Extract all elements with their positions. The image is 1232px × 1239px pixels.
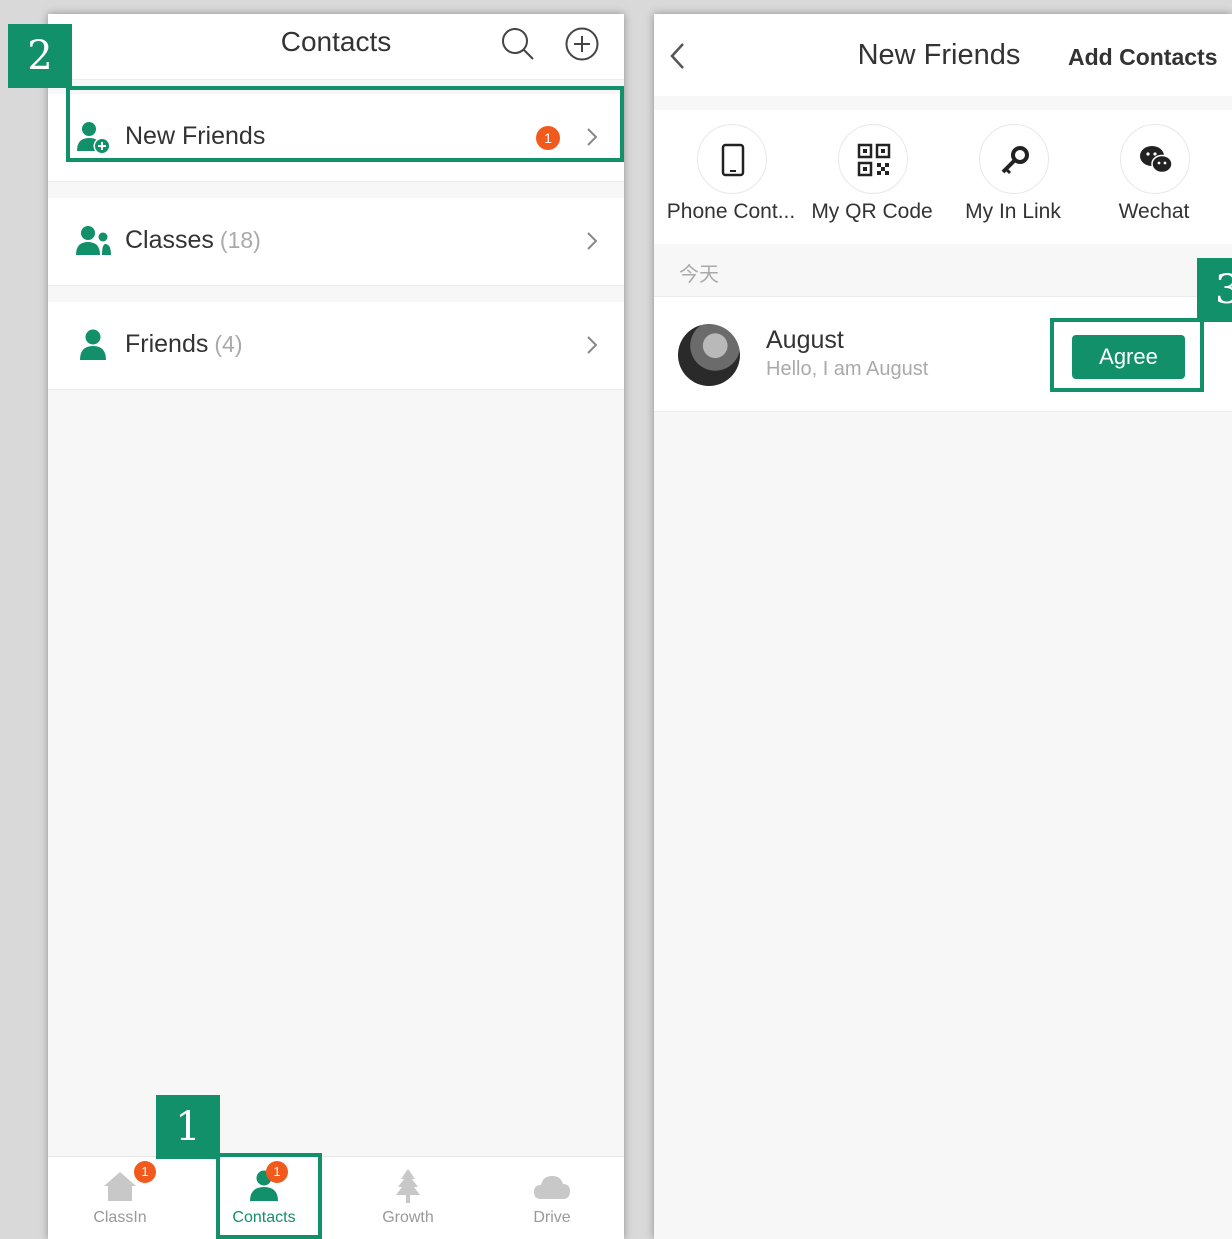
chevron-right-icon: [587, 232, 598, 250]
friends-label-wrap: Friends (4): [125, 330, 243, 359]
shortcut-label: My In Link: [965, 200, 1061, 223]
page-title: Contacts: [280, 26, 392, 57]
shortcut-my-in-link[interactable]: My In Link: [943, 110, 1084, 244]
new-friends-screen: New Friends Add Contacts Phone Cont... M…: [654, 14, 1232, 1239]
shortcut-circle: [979, 124, 1049, 194]
search-icon[interactable]: [500, 26, 536, 62]
qr-code-icon: [857, 143, 891, 177]
shortcut-bar: Phone Cont... My QR Code My In Link Wech…: [654, 110, 1232, 244]
tab-label: ClassIn: [93, 1209, 147, 1226]
classin-badge: 1: [134, 1161, 156, 1183]
add-contacts-button[interactable]: Add Contacts: [1068, 44, 1218, 71]
shortcut-label: Wechat: [1118, 200, 1190, 223]
step-2-marker: 2: [8, 24, 72, 88]
tab-label: Growth: [382, 1209, 434, 1226]
request-name: August: [766, 326, 844, 354]
cloud-icon: [534, 1176, 570, 1199]
add-icon[interactable]: [564, 26, 600, 62]
group-icon: [76, 226, 111, 255]
friends-count: (4): [214, 331, 243, 357]
highlight-contacts-tab: [216, 1153, 322, 1239]
tab-drive[interactable]: Drive: [480, 1157, 624, 1239]
step-1-marker: 1: [156, 1095, 220, 1159]
shortcut-phone-contacts[interactable]: Phone Cont...: [661, 110, 802, 244]
tree-icon: [396, 1169, 420, 1203]
shortcut-label: Phone Cont...: [666, 200, 796, 223]
shortcut-wechat[interactable]: Wechat: [1084, 110, 1225, 244]
request-message: Hello, I am August: [766, 358, 929, 380]
chevron-right-icon: [587, 336, 598, 354]
contacts-header: Contacts: [48, 14, 624, 80]
tab-classin[interactable]: 1 ClassIn: [48, 1157, 192, 1239]
page-title: New Friends: [857, 39, 1021, 71]
classes-label: Classes: [125, 226, 214, 254]
shortcut-circle: [1120, 124, 1190, 194]
highlight-new-friends: [66, 86, 624, 162]
shortcut-circle: [697, 124, 767, 194]
wechat-icon: [1140, 146, 1173, 174]
classes-label-wrap: Classes (18): [125, 226, 261, 255]
shortcut-circle: [838, 124, 908, 194]
tab-label: Drive: [533, 1209, 571, 1226]
friends-label: Friends: [125, 330, 209, 358]
shortcut-label: My QR Code: [811, 200, 933, 223]
avatar: [678, 324, 740, 386]
key-icon: [1001, 146, 1029, 175]
step-3-marker: 3: [1197, 258, 1232, 322]
phone-icon: [721, 143, 745, 177]
user-icon: [80, 329, 106, 360]
tab-growth[interactable]: Growth: [336, 1157, 480, 1239]
friends-row[interactable]: Friends (4): [48, 302, 624, 390]
new-friends-header: New Friends Add Contacts: [654, 14, 1232, 96]
back-icon[interactable]: [668, 40, 688, 72]
classes-count: (18): [219, 227, 261, 253]
section-label-today: 今天: [679, 264, 719, 286]
contacts-screen: Contacts New Friends 1 Classes (18) Frie…: [48, 14, 624, 1239]
tab-bar: 1 ClassIn 1 Contacts Growth Drive: [48, 1156, 624, 1239]
highlight-agree-button: [1050, 318, 1204, 392]
classes-row[interactable]: Classes (18): [48, 198, 624, 286]
shortcut-qr-code[interactable]: My QR Code: [802, 110, 943, 244]
